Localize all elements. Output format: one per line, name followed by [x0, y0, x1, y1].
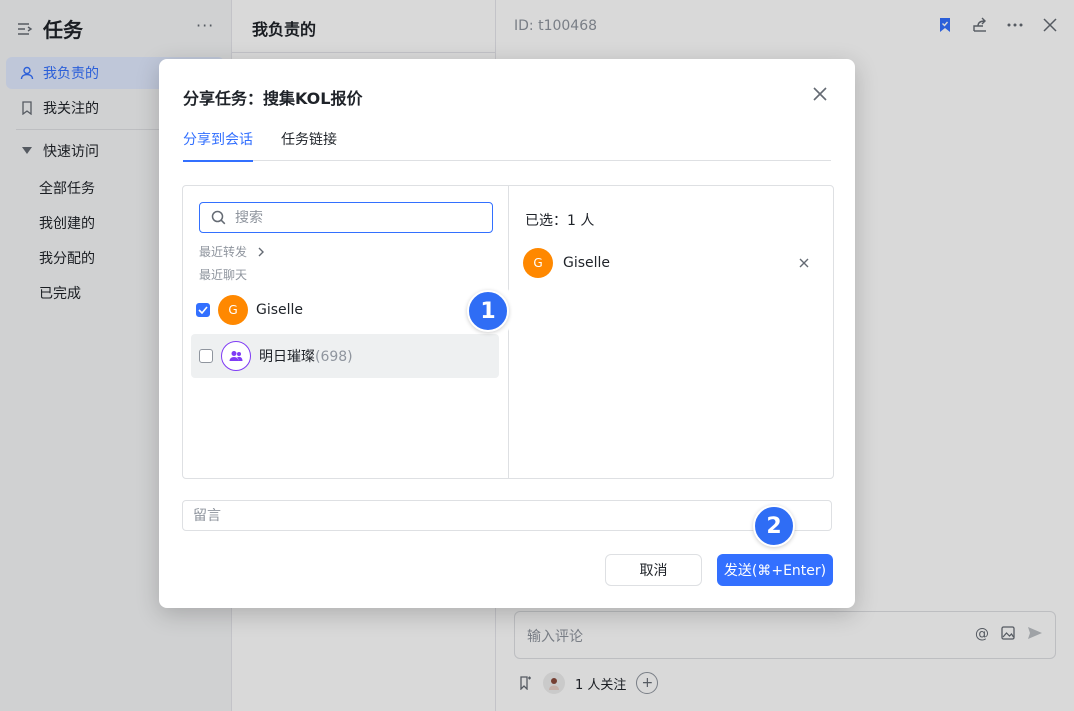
- remove-icon[interactable]: [799, 256, 809, 272]
- selected-item: G Giselle: [523, 246, 819, 280]
- recent-chat-label: 最近聊天: [199, 268, 248, 282]
- close-icon[interactable]: [809, 83, 831, 105]
- avatar: G: [523, 248, 553, 278]
- recipient-list-panel: 最近转发 最近聊天 G Giselle 明日璀璨(698): [183, 186, 509, 478]
- avatar: G: [218, 295, 248, 325]
- checkbox-unchecked[interactable]: [199, 349, 213, 363]
- step-marker-2: 2: [753, 505, 795, 547]
- group-name: 明日璀璨(698): [259, 346, 353, 366]
- message-field[interactable]: [182, 500, 832, 531]
- selected-panel: 已选：1 人 G Giselle: [509, 186, 833, 478]
- list-item-group[interactable]: 明日璀璨(698): [191, 334, 499, 378]
- share-task-dialog: 分享任务：搜集KOL报价 分享到会话 任务链接 最近转发 最近聊天: [159, 59, 855, 608]
- search-icon: [210, 209, 227, 226]
- send-button-highlight: 发送(⌘+Enter): [710, 545, 840, 593]
- contact-name: Giselle: [256, 302, 304, 318]
- dialog-title: 分享任务：搜集KOL报价: [183, 89, 363, 108]
- checkbox-checked[interactable]: [196, 303, 210, 317]
- dialog-tabs: 分享到会话 任务链接: [183, 129, 831, 162]
- recent-forward-label: 最近转发: [199, 245, 248, 259]
- search-input[interactable]: [235, 209, 475, 226]
- step-marker-1: 1: [467, 290, 509, 332]
- recent-forward-link[interactable]: 最近转发: [199, 243, 270, 260]
- recipient-picker: 最近转发 最近聊天 G Giselle 明日璀璨(698): [182, 185, 834, 479]
- group-member-count: (698): [315, 349, 353, 365]
- chevron-right-icon: [253, 243, 270, 260]
- group-name-text: 明日璀璨: [259, 349, 315, 365]
- selected-name: Giselle: [563, 255, 611, 271]
- message-input[interactable]: [193, 507, 793, 524]
- tab-task-link[interactable]: 任务链接: [281, 129, 337, 161]
- selected-count: 已选：1 人: [525, 213, 595, 229]
- tab-share-to-chat[interactable]: 分享到会话: [183, 129, 253, 162]
- search-field[interactable]: [199, 202, 493, 233]
- send-button[interactable]: 发送(⌘+Enter): [717, 554, 833, 586]
- group-icon: [221, 341, 251, 371]
- list-item-giselle[interactable]: G Giselle: [188, 288, 508, 332]
- cancel-button[interactable]: 取消: [605, 554, 702, 586]
